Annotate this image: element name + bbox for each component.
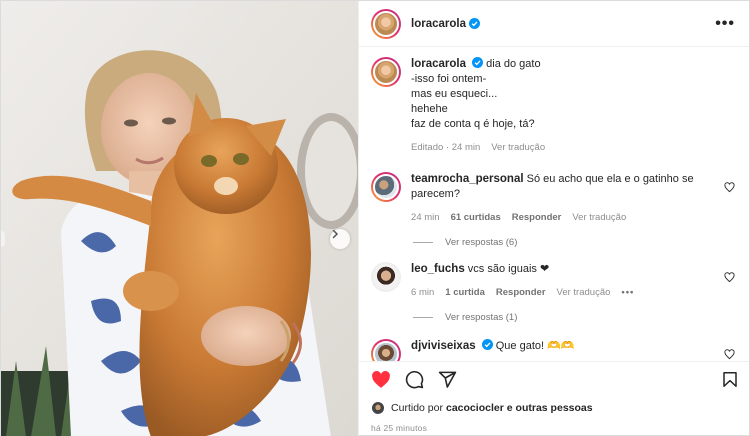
comment-like-heart-icon[interactable] [724, 272, 735, 283]
caption-time: 24 min [451, 142, 481, 153]
comment-likes[interactable]: 1 curtida [445, 285, 485, 300]
liker-avatar[interactable] [371, 401, 386, 415]
post-photo[interactable] [1, 1, 359, 436]
translate-link[interactable]: Ver tradução [572, 210, 626, 225]
comment-more-button[interactable]: ••• [621, 285, 634, 300]
caption-first-line: dia do gato [486, 58, 541, 70]
view-replies-button[interactable]: Ver respostas (1) [413, 312, 735, 323]
caption-translate-link[interactable]: Ver tradução [491, 140, 545, 155]
comment-avatar[interactable] [371, 172, 402, 202]
replies-divider [413, 317, 434, 318]
verified-icon [469, 18, 481, 29]
comment-time: 6 min [411, 287, 435, 298]
comment: djviviseixas Que gato! 🫶🫶 [371, 339, 735, 361]
instagram-post: loracarola ••• loracarola dia do gato -i… [0, 0, 750, 436]
carousel-edge [1, 231, 5, 247]
chevron-right-icon [332, 229, 339, 239]
verified-icon [481, 339, 493, 350]
verified-icon [472, 57, 484, 68]
comment-like-heart-icon[interactable] [724, 349, 735, 360]
comment-icon[interactable] [405, 370, 424, 389]
save-icon[interactable] [721, 370, 739, 389]
comments-list[interactable]: loracarola dia do gato -isso foi ontem- … [359, 47, 749, 361]
caption-username[interactable]: loracarola [411, 58, 466, 70]
post-time: há 25 minutos [371, 423, 428, 433]
comment-likes[interactable]: 61 curtidas [451, 210, 501, 225]
more-options-button[interactable]: ••• [715, 15, 735, 32]
author-username[interactable]: loracarola [411, 18, 466, 30]
comment-text: Que gato! 🫶🫶 [495, 340, 575, 352]
photo-woman-with-cat [1, 1, 359, 436]
caption-edited: Editado [411, 142, 444, 153]
comment-avatar[interactable] [371, 339, 402, 361]
liked-by-suffix[interactable]: e outras pessoas [507, 402, 593, 414]
comment-like-heart-icon[interactable] [724, 182, 735, 193]
reply-button[interactable]: Responder [496, 285, 546, 300]
caption-text: -isso foi ontem- mas eu esqueci... heheh… [411, 73, 535, 130]
share-icon[interactable] [438, 370, 457, 389]
reply-button[interactable]: Responder [512, 210, 562, 225]
post-side-panel: loracarola ••• loracarola dia do gato -i… [358, 1, 749, 436]
comment: leo_fuchs vcs são iguais ❤ 6 min 1 curti… [371, 262, 735, 300]
comment-username[interactable]: teamrocha_personal [411, 173, 524, 185]
post-header: loracarola ••• [359, 1, 749, 47]
caption: loracarola dia do gato -isso foi ontem- … [371, 57, 735, 155]
author-avatar[interactable] [371, 8, 402, 39]
translate-link[interactable]: Ver tradução [557, 285, 611, 300]
comment-username[interactable]: djviviseixas [411, 340, 476, 352]
liked-by-prefix: Curtido por [391, 402, 443, 414]
comment-text: vcs são iguais ❤ [467, 263, 550, 275]
post-actions-bar [359, 361, 749, 397]
comment-time: 24 min [411, 212, 440, 223]
liked-by: Curtido por cacociocler e outras pessoas [359, 397, 749, 419]
replies-divider [413, 242, 434, 243]
view-replies-button[interactable]: Ver respostas (6) [413, 237, 735, 248]
liked-by-user[interactable]: cacociocler [446, 402, 504, 414]
caption-meta: Editado · 24 min Ver tradução [411, 140, 546, 155]
view-replies-label[interactable]: Ver respostas (1) [445, 312, 517, 323]
comment-username[interactable]: leo_fuchs [411, 263, 465, 275]
comment: teamrocha_personal Só eu acho que ela e … [371, 172, 735, 225]
next-image-button[interactable] [330, 229, 351, 249]
comment-avatar[interactable] [371, 262, 402, 292]
view-replies-label[interactable]: Ver respostas (6) [445, 237, 517, 248]
caption-avatar[interactable] [371, 57, 402, 87]
like-heart-icon[interactable] [371, 370, 391, 390]
